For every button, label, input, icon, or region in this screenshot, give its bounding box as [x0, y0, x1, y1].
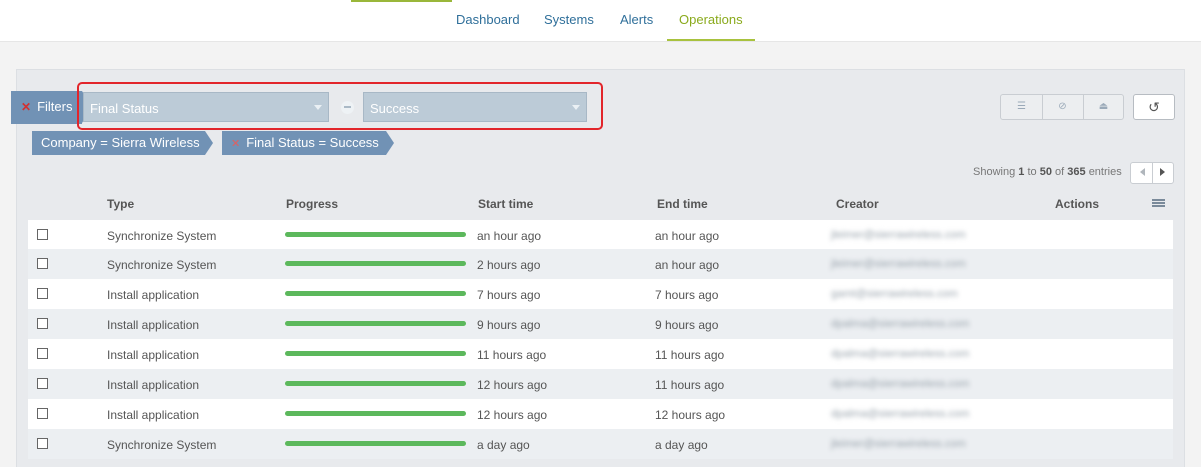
row-checkbox[interactable] — [37, 378, 48, 389]
cell-end-time: 9 hours ago — [655, 318, 719, 332]
cell-creator: dpalma@sierrawireless.com — [831, 318, 970, 330]
progress-bar — [285, 441, 466, 446]
cell-start-time: 12 hours ago — [477, 378, 548, 392]
progress-bar — [285, 232, 466, 237]
export-icon[interactable]: ⏏ — [1083, 95, 1124, 119]
cell-end-time: an hour ago — [655, 229, 720, 243]
table-row[interactable]: Install application 11 hours ago 11 hours … — [28, 339, 1173, 369]
progress-bar — [285, 321, 466, 326]
cell-start-time: 12 hours ago — [477, 408, 548, 422]
cell-creator: dpalma@sierrawireless.com — [831, 408, 970, 420]
filters-toggle[interactable]: ✕ Filters — [11, 91, 92, 124]
tab-systems[interactable]: Systems — [544, 12, 594, 27]
progress-bar — [285, 291, 466, 296]
nav-accent-line — [351, 0, 452, 2]
cell-creator: jleimer@sierrawireless.com — [831, 258, 966, 270]
columns-icon[interactable] — [1152, 199, 1165, 207]
of-word: of — [1055, 166, 1065, 178]
row-checkbox[interactable] — [37, 229, 48, 240]
row-checkbox[interactable] — [37, 408, 48, 419]
cell-type: Synchronize System — [107, 229, 217, 243]
progress-bar — [285, 261, 466, 266]
table-row[interactable]: Synchronize System 2 hours ago an hour ago… — [28, 249, 1173, 279]
cell-creator: jleimer@sierrawireless.com — [831, 229, 966, 241]
remove-icon[interactable]: ✕ — [231, 138, 240, 150]
progress-bar — [285, 381, 466, 386]
table-row[interactable]: Install application 12 hours ago 12 hours … — [28, 399, 1173, 429]
row-checkbox[interactable] — [37, 288, 48, 299]
column-header-type[interactable]: Type — [107, 197, 134, 211]
cell-type: Install application — [107, 378, 200, 392]
close-icon[interactable]: ✕ — [21, 100, 31, 114]
column-header-end-time[interactable]: End time — [657, 197, 708, 211]
progress-bar — [285, 351, 466, 356]
tab-operations[interactable]: Operations — [679, 12, 743, 27]
chevron-right-icon[interactable] — [1160, 168, 1165, 176]
row-checkbox[interactable] — [37, 348, 48, 359]
column-header-progress[interactable]: Progress — [286, 197, 338, 211]
filter-chip-label: Company = Sierra Wireless — [41, 135, 200, 150]
filter-chip-company[interactable]: Company = Sierra Wireless — [32, 131, 213, 155]
row-checkbox[interactable] — [37, 438, 48, 449]
cell-type: Install application — [107, 348, 200, 362]
table-row[interactable]: Install application 12 hours ago 11 hours … — [28, 369, 1173, 399]
table-row[interactable]: Install application 7 hours ago 7 hours ag… — [28, 279, 1173, 309]
highlight-box — [77, 82, 603, 130]
column-header-actions: Actions — [1055, 197, 1100, 211]
cell-end-time: 7 hours ago — [655, 288, 719, 302]
cell-type: Install application — [107, 408, 200, 422]
cell-start-time: a day ago — [477, 438, 530, 452]
cell-end-time: 11 hours ago — [655, 378, 725, 392]
cell-creator: gamt@sierrawireless.com — [831, 288, 958, 300]
tab-dashboard[interactable]: Dashboard — [456, 12, 520, 27]
range-from: 1 — [1018, 166, 1025, 178]
filters-label: Filters — [37, 99, 73, 114]
column-header-start-time[interactable]: Start time — [478, 197, 533, 211]
cell-type: Install application — [107, 318, 200, 332]
progress-bar — [285, 411, 466, 416]
row-checkbox[interactable] — [37, 318, 48, 329]
tab-alerts[interactable]: Alerts — [620, 12, 653, 27]
divider — [1152, 163, 1153, 183]
table-row[interactable]: Synchronize System an hour ago an hour ago… — [28, 220, 1173, 250]
showing-prefix: Showing — [973, 166, 1016, 178]
pagination-info: Showing 1 to 50 of 365 entries — [973, 166, 1122, 178]
cell-start-time: 9 hours ago — [477, 318, 541, 332]
cancel-icon[interactable]: ⊘ — [1042, 95, 1083, 119]
filter-chip-label: Final Status = Success — [246, 135, 379, 150]
cell-creator: dpalma@sierrawireless.com — [831, 378, 970, 390]
total-count: 365 — [1067, 166, 1086, 178]
pager — [1130, 162, 1174, 184]
refresh-icon: ↺ — [1148, 99, 1160, 115]
cell-start-time: 11 hours ago — [477, 348, 547, 362]
active-tab-indicator — [667, 39, 755, 41]
chevron-left-icon[interactable] — [1140, 168, 1145, 176]
cell-type: Synchronize System — [107, 258, 217, 272]
table-row[interactable]: Install application 9 hours ago 9 hours ag… — [28, 309, 1173, 339]
cell-type: Install application — [107, 288, 200, 302]
entries-suffix: entries — [1088, 166, 1122, 178]
cell-end-time: an hour ago — [655, 258, 720, 272]
column-header-creator[interactable]: Creator — [836, 197, 879, 211]
row-checkbox[interactable] — [37, 258, 48, 269]
cell-start-time: 7 hours ago — [477, 288, 541, 302]
cell-end-time: 12 hours ago — [655, 408, 726, 422]
list-icon[interactable]: ☰ — [1001, 95, 1042, 119]
cell-start-time: an hour ago — [477, 229, 542, 243]
cell-creator: dpalma@sierrawireless.com — [831, 348, 970, 360]
table-row[interactable]: Synchronize System a day ago a day ago jlei… — [28, 429, 1173, 459]
refresh-button[interactable]: ↺ — [1133, 94, 1175, 120]
cell-end-time: a day ago — [655, 438, 708, 452]
range-to: 50 — [1039, 166, 1052, 178]
cell-start-time: 2 hours ago — [477, 258, 541, 272]
cell-type: Synchronize System — [107, 438, 217, 452]
cell-end-time: 11 hours ago — [655, 348, 725, 362]
view-button-group: ☰ ⊘ ⏏ — [1000, 94, 1124, 120]
cell-creator: jleimer@sierrawireless.com — [831, 438, 966, 450]
top-nav: Dashboard Systems Alerts Operations — [0, 0, 1201, 42]
to-word: to — [1027, 166, 1037, 178]
filter-chip-final-status[interactable]: ✕ Final Status = Success — [222, 131, 394, 155]
